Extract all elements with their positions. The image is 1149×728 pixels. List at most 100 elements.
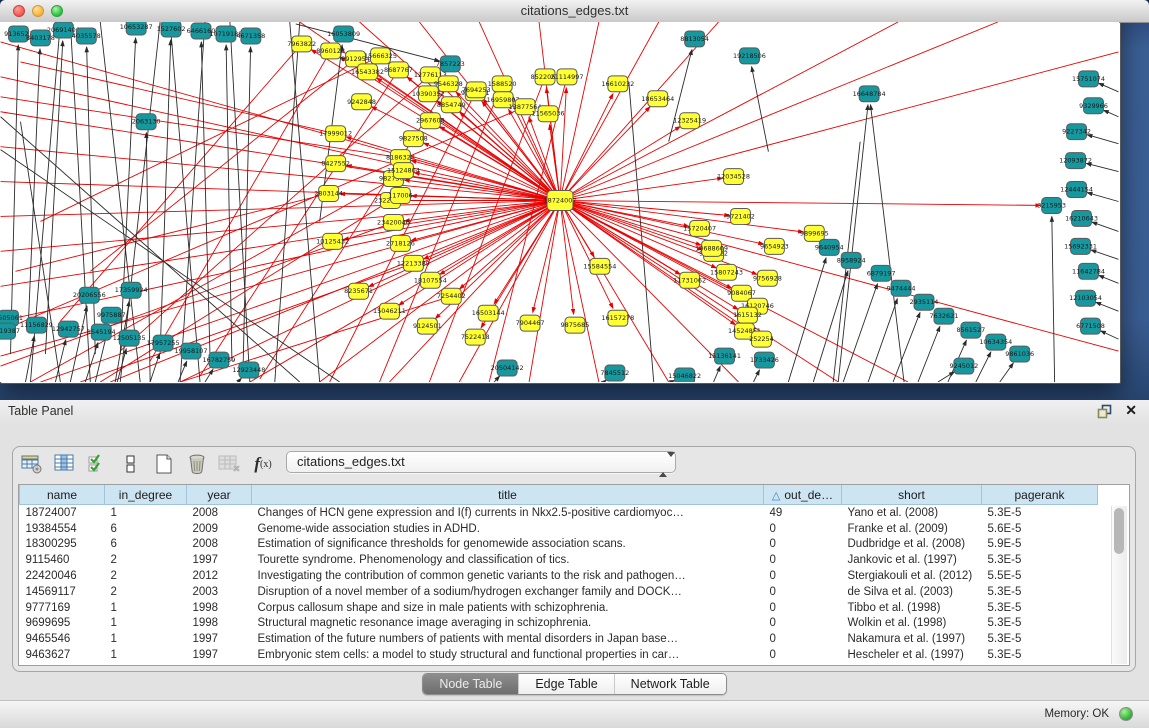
tab-edge-table[interactable]: Edge Table xyxy=(518,674,613,694)
window-titlebar[interactable]: citations_edges.txt xyxy=(0,0,1149,23)
network-node-label: 11156829 xyxy=(20,321,53,329)
table-container: f(x) citations_edges.txt namein_degreeye… xyxy=(12,446,1136,672)
network-node-label: 8235671 xyxy=(344,287,373,295)
network-node-label: 6771508 xyxy=(1076,322,1105,330)
table-row[interactable]: 969969511998Structural magnetic resonanc… xyxy=(20,616,1098,632)
table-row[interactable]: 911546021997Tourette syndrome. Phenomeno… xyxy=(20,552,1098,568)
network-node-label: 8427552 xyxy=(321,160,350,168)
table-row[interactable]: 2242004622012Investigating the contribut… xyxy=(20,568,1098,584)
function-builder-icon[interactable]: f(x) xyxy=(250,452,276,476)
network-node-label: 2718126 xyxy=(386,239,415,247)
network-canvas[interactable]: 1872400785220571588520914682188547492967… xyxy=(0,22,1119,382)
network-node-label: 9827508 xyxy=(399,135,428,143)
table-tabs-row: Node TableEdge TableNetwork Table xyxy=(0,672,1149,696)
delete-column-icon[interactable] xyxy=(184,452,210,476)
network-node-label: 9756928 xyxy=(753,274,782,282)
network-node-label: 7857223 xyxy=(436,60,465,68)
network-node-label: 12942757 xyxy=(52,325,85,333)
network-node-label: 8505061 xyxy=(0,314,23,322)
table-row[interactable]: 1938455462009Genome-wide association stu… xyxy=(20,521,1098,537)
select-columns-icon[interactable] xyxy=(85,452,111,476)
column-header-year[interactable]: year xyxy=(187,485,252,505)
network-node-label: 15046211 xyxy=(373,307,406,315)
network-node-label: 7254402 xyxy=(437,292,466,300)
network-node-label: 15666325 xyxy=(364,52,397,60)
table-row[interactable]: 1830029562008Estimation of significance … xyxy=(20,537,1098,553)
column-header-out_de[interactable]: △out_de… xyxy=(764,485,842,505)
table-settings-icon[interactable] xyxy=(19,452,45,476)
tab-network-table[interactable]: Network Table xyxy=(614,674,726,694)
network-node-label: 6879197 xyxy=(867,269,896,277)
network-node-label: 12325419 xyxy=(673,117,706,125)
network-node-label: 3919387 xyxy=(0,327,20,335)
network-node-label: 2063130 xyxy=(132,118,161,126)
network-node-label: 17999012 xyxy=(319,130,352,138)
network-node-label: 16210643 xyxy=(1065,214,1098,222)
network-node-label: 7522418 xyxy=(461,333,490,341)
network-node-label: 16648784 xyxy=(853,90,886,98)
table-row[interactable]: 946554611997Estimation of the future num… xyxy=(20,631,1098,647)
column-header-title[interactable]: title xyxy=(252,485,764,505)
network-node-label: 18107554 xyxy=(414,276,447,284)
row-height-icon[interactable] xyxy=(118,452,144,476)
node-table[interactable]: namein_degreeyeartitle△out_de…shortpager… xyxy=(18,484,1130,666)
network-view-window[interactable]: citations_edges.txt 18724007852205715885… xyxy=(0,0,1121,384)
network-node-label: 1545194 xyxy=(87,328,116,336)
table-select-dropdown[interactable]: citations_edges.txt xyxy=(286,451,676,473)
table-row[interactable]: 977716911998Corpus callosum shape and si… xyxy=(20,600,1098,616)
network-node-label: 8854749 xyxy=(437,101,466,109)
network-node-label: 9474444 xyxy=(887,284,916,292)
table-scrollbar[interactable] xyxy=(1111,506,1127,664)
status-bar: Memory: OK xyxy=(0,700,1149,728)
network-node-label: 9124501 xyxy=(413,322,442,330)
network-node-label: 12505135 xyxy=(113,334,146,342)
column-header-name[interactable]: name xyxy=(20,485,105,505)
column-header-short[interactable]: short xyxy=(842,485,982,505)
dropdown-stepper-icon xyxy=(659,455,668,471)
table-toolbar: f(x) xyxy=(19,450,283,478)
network-node-label: 17359924 xyxy=(115,286,148,294)
network-node-label: 8813054 xyxy=(680,35,709,43)
network-node-label: 7963822 xyxy=(287,40,316,48)
table-scrollbar-thumb[interactable] xyxy=(1114,508,1124,554)
close-icon[interactable]: ✕ xyxy=(1125,402,1137,419)
network-node-label: 15046822 xyxy=(668,372,701,380)
network-node-label: 4671358 xyxy=(236,32,265,40)
network-node-label: 16610232 xyxy=(601,80,634,88)
delete-table-icon[interactable] xyxy=(217,452,243,476)
network-node-label: 9242848 xyxy=(347,98,376,106)
network-node-label: 9875685 xyxy=(561,321,590,329)
float-panel-icon[interactable] xyxy=(1097,404,1113,419)
network-node-label: 15136141 xyxy=(708,352,741,360)
network-node-label: 10390352 xyxy=(412,90,445,98)
column-header-pagerank[interactable]: pagerank xyxy=(982,485,1098,505)
new-column-icon[interactable] xyxy=(151,452,177,476)
table-row[interactable]: 1872400712008Changes of HCN gene express… xyxy=(20,505,1098,521)
network-node-label: 9975887 xyxy=(97,311,126,319)
tab-node-table[interactable]: Node Table xyxy=(423,674,518,694)
network-node-label: 11731062 xyxy=(673,276,706,284)
network-node-label: 9546328 xyxy=(434,80,463,88)
network-node-label: 8960128 xyxy=(316,47,345,55)
table-row[interactable]: 946362711997Embryonic stem cells: a mode… xyxy=(20,647,1098,663)
table-row[interactable]: 1456911722003Disruption of a novel membe… xyxy=(20,584,1098,600)
memory-status-icon[interactable] xyxy=(1119,707,1133,721)
network-node-label: 23420046 xyxy=(377,218,410,226)
network-node-label: 8958924 xyxy=(837,256,866,264)
network-node-label: 11642784 xyxy=(1072,267,1105,275)
network-node-label: 9084067 xyxy=(727,289,756,297)
network-node-label: 15720407 xyxy=(683,224,716,232)
network-nodes: 1872400785220571588520914682188547492967… xyxy=(0,22,1108,382)
network-node-label: 19218506 xyxy=(733,52,766,60)
network-node-label: 16782759 xyxy=(202,356,235,364)
network-node-label: 10125432 xyxy=(316,237,349,245)
network-node-label: 8687767 xyxy=(384,66,413,74)
column-header-in_degree[interactable]: in_degree xyxy=(105,485,187,505)
network-node-label: 9899695 xyxy=(800,229,829,237)
table-header-row: namein_degreeyeartitle△out_de…shortpager… xyxy=(20,485,1098,505)
network-node-label: 9227342 xyxy=(1062,128,1091,136)
table-select-value: citations_edges.txt xyxy=(297,454,405,469)
show-columns-icon[interactable] xyxy=(52,452,78,476)
network-svg: 1872400785220571588520914682188547492967… xyxy=(0,22,1119,382)
network-node-label: 12103054 xyxy=(1069,294,1102,302)
